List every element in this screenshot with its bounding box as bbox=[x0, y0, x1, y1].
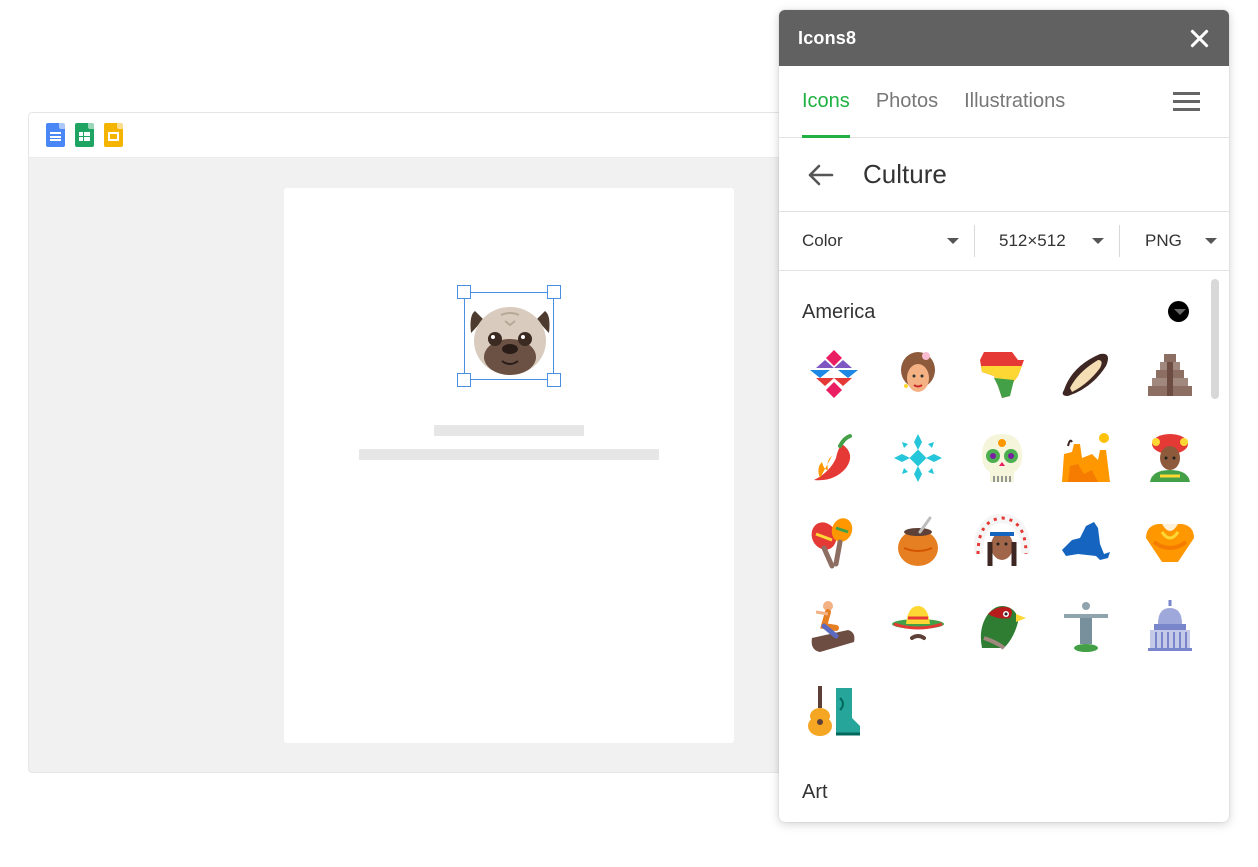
carnival-dancer-icon[interactable] bbox=[1142, 430, 1198, 486]
brazil-nut-icon[interactable] bbox=[1058, 346, 1114, 402]
text-placeholder bbox=[359, 449, 659, 460]
document-editor bbox=[28, 112, 808, 773]
resize-handle[interactable] bbox=[547, 373, 561, 387]
flamenco-woman-icon[interactable] bbox=[890, 346, 946, 402]
text-placeholder bbox=[434, 425, 584, 436]
resize-handle[interactable] bbox=[547, 285, 561, 299]
color-dropdown[interactable]: Color bbox=[779, 225, 974, 257]
icon-results[interactable]: America Art bbox=[779, 271, 1229, 822]
tab-bar: Icons Photos Illustrations bbox=[779, 66, 1229, 138]
rodeo-icon[interactable] bbox=[806, 598, 862, 654]
size-dropdown-label: 512×512 bbox=[999, 231, 1066, 250]
category-header: Culture bbox=[779, 138, 1229, 212]
panel-title: Icons8 bbox=[798, 27, 857, 48]
close-icon[interactable] bbox=[1187, 26, 1211, 50]
chili-pepper-icon[interactable] bbox=[806, 430, 862, 486]
pheasant-icon[interactable] bbox=[974, 598, 1030, 654]
slides-icon[interactable] bbox=[104, 123, 123, 147]
category-title: Culture bbox=[863, 159, 947, 189]
christ-redeemer-icon[interactable] bbox=[1058, 598, 1114, 654]
tab-icons[interactable]: Icons bbox=[802, 66, 850, 138]
snowflake-pattern-icon[interactable] bbox=[890, 430, 946, 486]
filter-bar: Color 512×512 PNG bbox=[779, 212, 1229, 271]
new-york-map-icon[interactable] bbox=[1058, 514, 1114, 570]
native-chief-icon[interactable] bbox=[974, 514, 1030, 570]
screen: Icons8 Icons Photos Illustrations Cultur… bbox=[0, 0, 1258, 867]
tab-photos[interactable]: Photos bbox=[876, 66, 938, 137]
capitol-icon[interactable] bbox=[1142, 598, 1198, 654]
back-arrow-icon[interactable] bbox=[806, 161, 834, 189]
hamburger-menu-icon[interactable] bbox=[1173, 92, 1200, 112]
tab-illustrations[interactable]: Illustrations bbox=[964, 66, 1065, 137]
native-pattern-icon[interactable] bbox=[806, 346, 862, 402]
docs-icon[interactable] bbox=[46, 123, 65, 147]
icons8-panel: Icons8 Icons Photos Illustrations Cultur… bbox=[779, 10, 1229, 822]
guitar-boot-icon[interactable] bbox=[806, 682, 862, 738]
mayan-pyramid-icon[interactable] bbox=[1142, 346, 1198, 402]
africa-map-icon[interactable] bbox=[974, 346, 1030, 402]
desert-cactus-icon[interactable] bbox=[1058, 430, 1114, 486]
chevron-down-icon bbox=[1092, 238, 1104, 244]
editor-toolbar bbox=[29, 113, 807, 158]
section-title-art: Art bbox=[802, 781, 828, 803]
document-page[interactable] bbox=[284, 188, 734, 743]
poncho-icon[interactable] bbox=[1142, 514, 1198, 570]
mate-gourd-icon[interactable] bbox=[890, 514, 946, 570]
resize-handle[interactable] bbox=[457, 285, 471, 299]
sugar-skull-icon[interactable] bbox=[974, 430, 1030, 486]
sombrero-icon[interactable] bbox=[890, 598, 946, 654]
format-dropdown[interactable]: PNG bbox=[1119, 225, 1229, 257]
pug-icon[interactable] bbox=[467, 301, 553, 379]
format-dropdown-label: PNG bbox=[1145, 231, 1182, 250]
color-dropdown-label: Color bbox=[802, 231, 843, 250]
chevron-down-icon[interactable] bbox=[1174, 309, 1186, 315]
sheets-icon[interactable] bbox=[75, 123, 94, 147]
size-dropdown[interactable]: 512×512 bbox=[974, 225, 1119, 257]
chevron-down-icon bbox=[947, 238, 959, 244]
resize-handle[interactable] bbox=[457, 373, 471, 387]
section-title-america: America bbox=[802, 301, 876, 323]
maracas-icon[interactable] bbox=[806, 514, 862, 570]
panel-header: Icons8 bbox=[779, 10, 1229, 66]
scrollbar[interactable] bbox=[1211, 279, 1219, 399]
chevron-down-icon bbox=[1205, 238, 1217, 244]
inserted-image-selection[interactable] bbox=[457, 285, 561, 387]
